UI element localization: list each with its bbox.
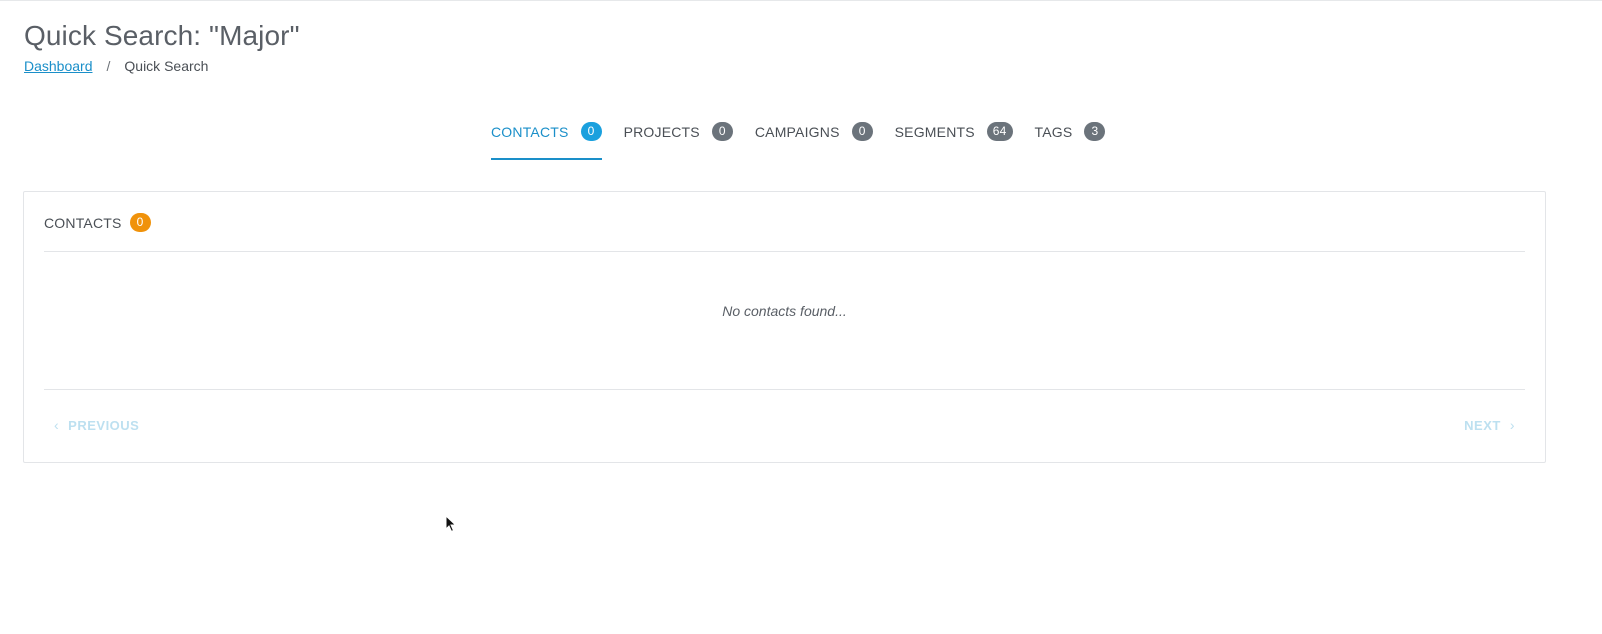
empty-state-message: No contacts found... — [722, 303, 847, 319]
tab-label: CONTACTS — [491, 123, 569, 140]
tab-count-badge: 3 — [1084, 122, 1106, 141]
panel-title: CONTACTS — [44, 214, 122, 231]
page-title: Quick Search: "Major" — [24, 20, 300, 51]
tab-campaigns[interactable]: CAMPAIGNS 0 — [755, 122, 873, 160]
breadcrumb-current: Quick Search — [124, 58, 209, 74]
search-result-tabs: CONTACTS 0 PROJECTS 0 CAMPAIGNS 0 SEGMEN… — [491, 122, 1127, 160]
tab-count-badge: 0 — [851, 122, 873, 141]
top-border — [0, 0, 1602, 1]
tab-label: TAGS — [1034, 123, 1073, 140]
breadcrumb-separator: / — [106, 58, 111, 74]
previous-label: PREVIOUS — [68, 417, 140, 433]
tab-count-badge: 0 — [711, 122, 733, 141]
tab-projects[interactable]: PROJECTS 0 — [624, 122, 733, 160]
previous-page-button[interactable]: ‹ PREVIOUS — [54, 417, 139, 433]
tab-count-badge: 64 — [986, 122, 1013, 141]
footer-divider — [44, 389, 1525, 390]
tab-label: SEGMENTS — [894, 123, 975, 140]
tab-count-badge: 0 — [580, 122, 602, 141]
next-label: NEXT — [1464, 417, 1501, 433]
breadcrumb: Dashboard / Quick Search — [24, 58, 208, 74]
chevron-right-icon: › — [1509, 417, 1515, 433]
tab-segments[interactable]: SEGMENTS 64 — [895, 122, 1013, 160]
header-divider — [44, 251, 1525, 252]
chevron-left-icon: ‹ — [54, 417, 60, 433]
tab-label: CAMPAIGNS — [754, 123, 840, 140]
contacts-results-panel: CONTACTS 0 No contacts found... ‹ PREVIO… — [23, 191, 1546, 463]
tab-tags[interactable]: TAGS 3 — [1035, 122, 1106, 160]
mouse-pointer-icon — [445, 515, 457, 533]
panel-header: CONTACTS 0 — [44, 213, 151, 232]
breadcrumb-dashboard-link[interactable]: Dashboard — [24, 58, 93, 74]
tab-contacts[interactable]: CONTACTS 0 — [491, 122, 602, 160]
tab-label: PROJECTS — [623, 123, 700, 140]
panel-count-badge: 0 — [129, 213, 151, 232]
next-page-button[interactable]: NEXT › — [1464, 417, 1515, 433]
